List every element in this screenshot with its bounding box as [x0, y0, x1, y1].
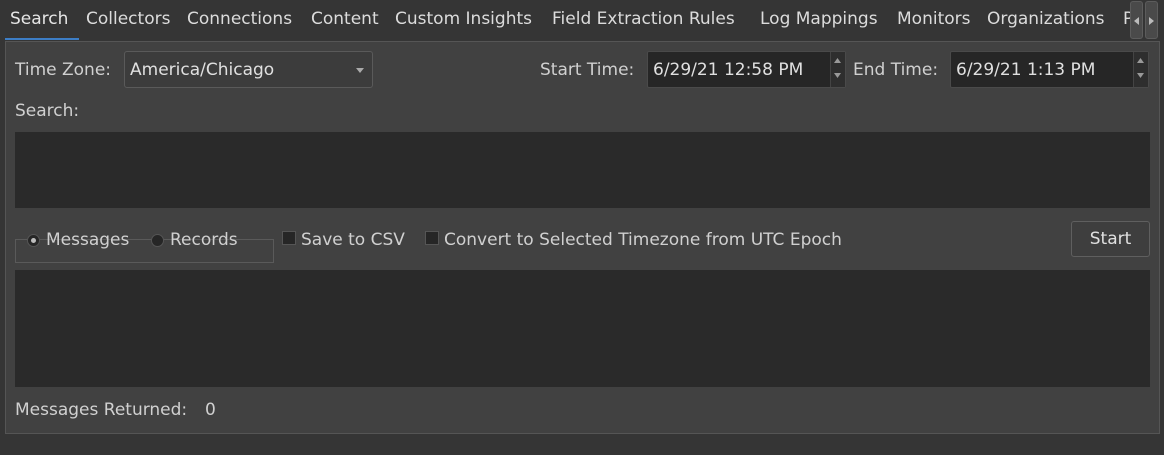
- tab-log-mappings[interactable]: Log Mappings: [760, 9, 878, 29]
- save-csv-label[interactable]: Save to CSV: [301, 230, 405, 250]
- end-time-label: End Time:: [853, 60, 939, 80]
- time-zone-select[interactable]: America/Chicago: [124, 51, 373, 88]
- tab-connections[interactable]: Connections: [187, 9, 292, 29]
- end-time-spinner[interactable]: [1133, 52, 1148, 87]
- time-zone-value: America/Chicago: [130, 60, 275, 80]
- start-button[interactable]: Start: [1071, 221, 1150, 257]
- spin-up-icon[interactable]: [1137, 58, 1144, 63]
- start-time-spinner[interactable]: [830, 52, 845, 87]
- tab-monitors[interactable]: Monitors: [897, 9, 970, 29]
- spin-down-icon[interactable]: [1137, 73, 1144, 78]
- search-label: Search:: [15, 101, 80, 121]
- spin-down-icon[interactable]: [834, 73, 841, 78]
- spin-up-icon[interactable]: [834, 58, 841, 63]
- tab-scroll-left-button[interactable]: [1130, 1, 1143, 39]
- time-zone-label: Time Zone:: [15, 60, 112, 80]
- messages-radio-label[interactable]: Messages: [46, 230, 129, 250]
- start-time-label: Start Time:: [540, 60, 635, 80]
- tab-field-extraction-rules[interactable]: Field Extraction Rules: [552, 9, 735, 29]
- records-radio[interactable]: [151, 234, 164, 247]
- chevron-down-icon: [356, 68, 364, 73]
- end-time-field[interactable]: 6/29/21 1:13 PM: [950, 51, 1149, 88]
- save-csv-checkbox[interactable]: [282, 231, 296, 245]
- messages-radio[interactable]: [27, 234, 40, 247]
- chevron-right-icon: [1149, 17, 1154, 25]
- tab-content[interactable]: Content: [311, 9, 379, 29]
- messages-returned-count: 0: [205, 400, 216, 420]
- records-radio-label[interactable]: Records: [170, 230, 238, 250]
- convert-tz-checkbox[interactable]: [425, 231, 439, 245]
- tab-search[interactable]: Search: [10, 9, 68, 29]
- results-output[interactable]: [15, 270, 1150, 387]
- search-input[interactable]: [15, 132, 1150, 208]
- tab-custom-insights[interactable]: Custom Insights: [395, 9, 532, 29]
- tab-organizations[interactable]: Organizations: [987, 9, 1105, 29]
- chevron-left-icon: [1134, 17, 1139, 25]
- convert-tz-label[interactable]: Convert to Selected Timezone from UTC Ep…: [444, 230, 842, 250]
- start-time-value: 6/29/21 12:58 PM: [653, 60, 804, 80]
- radio-selected-dot: [31, 238, 36, 243]
- start-time-field[interactable]: 6/29/21 12:58 PM: [647, 51, 846, 88]
- messages-returned-label: Messages Returned:: [15, 400, 188, 420]
- tab-scroll-right-button[interactable]: [1145, 1, 1158, 39]
- end-time-value: 6/29/21 1:13 PM: [956, 60, 1096, 80]
- tab-bar: Search Collectors Connections Content Cu…: [0, 0, 1164, 41]
- active-tab-indicator: [5, 38, 79, 40]
- tab-collectors[interactable]: Collectors: [86, 9, 170, 29]
